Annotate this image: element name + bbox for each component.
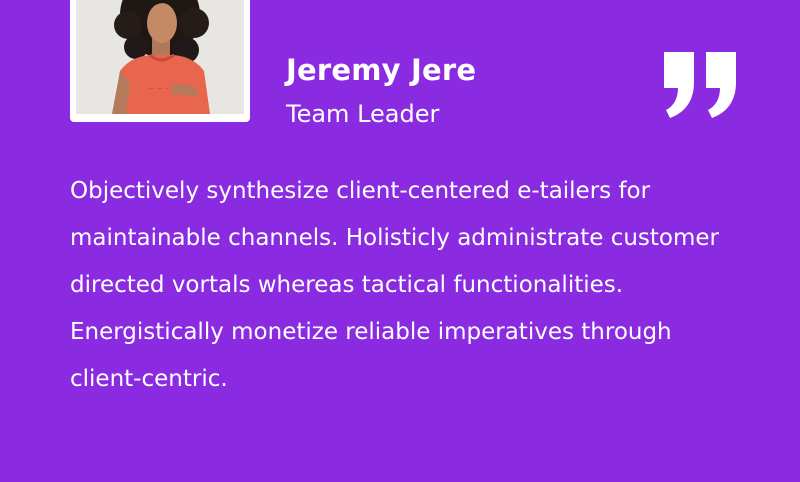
person-name: Jeremy Jere [286, 53, 477, 87]
person-role: Team Leader [286, 100, 440, 128]
testimonial-text: Objectively synthesize client-centered e… [70, 178, 719, 392]
svg-text:~ ~ ~: ~ ~ ~ [148, 85, 170, 93]
avatar: ~ ~ ~ [76, 0, 244, 114]
testimonial-card: ~ ~ ~ Jeremy Jere Team Leader Objectivel… [0, 0, 800, 482]
double-quote-icon [664, 52, 736, 118]
person-photo: ~ ~ ~ [76, 0, 244, 114]
avatar-frame: ~ ~ ~ [70, 0, 250, 122]
